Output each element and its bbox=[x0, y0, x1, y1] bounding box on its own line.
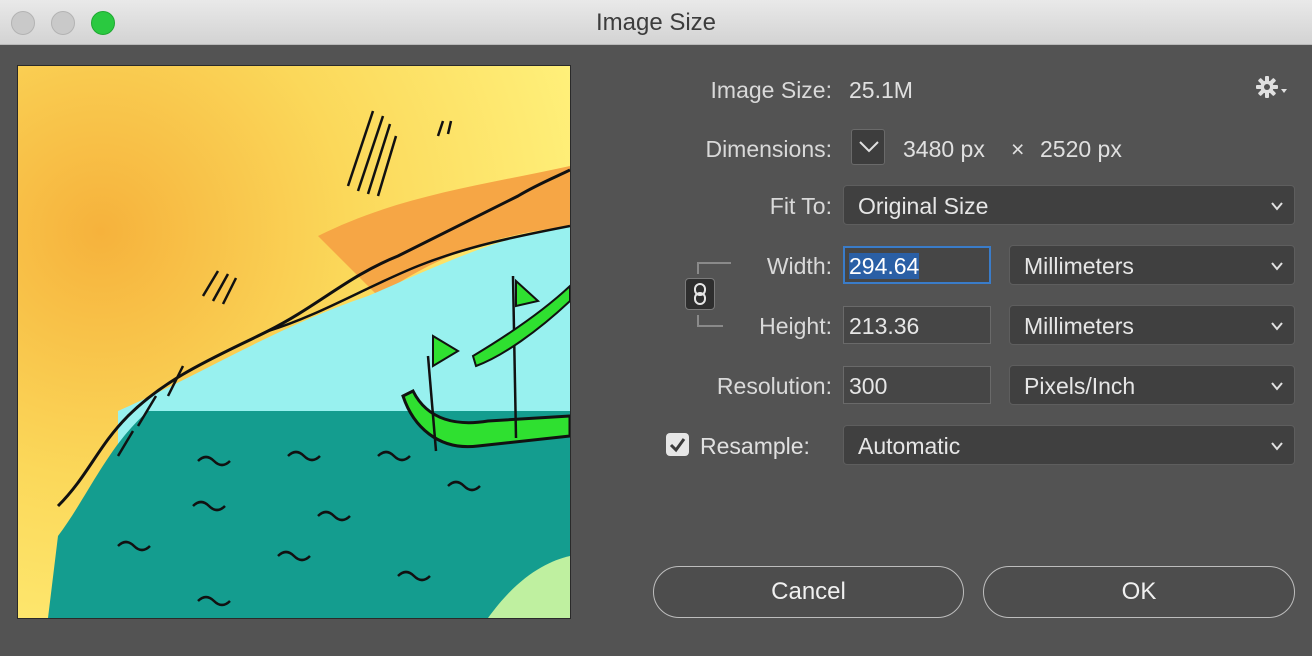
resolution-unit-value: Pixels/Inch bbox=[1024, 373, 1136, 399]
chevron-down-icon bbox=[1271, 262, 1283, 271]
checkmark-icon bbox=[669, 438, 686, 453]
resolution-input[interactable]: 300 bbox=[843, 366, 991, 404]
constrain-proportions-button[interactable] bbox=[685, 278, 715, 310]
resample-label: Resample: bbox=[700, 433, 810, 459]
fit-to-select[interactable]: Original Size bbox=[843, 185, 1295, 225]
title-bar: Image Size bbox=[0, 0, 1312, 45]
width-value: 294.64 bbox=[849, 253, 920, 279]
resolution-unit-select[interactable]: Pixels/Inch bbox=[1009, 365, 1295, 405]
dimensions-toggle-button[interactable] bbox=[851, 129, 885, 165]
resample-checkbox[interactable] bbox=[666, 433, 689, 456]
dimensions-label: Dimensions: bbox=[705, 136, 832, 162]
dimensions-width: 3480 px bbox=[903, 136, 985, 162]
resample-value: Automatic bbox=[858, 433, 961, 459]
fit-to-label: Fit To: bbox=[769, 193, 832, 219]
window-title: Image Size bbox=[595, 9, 717, 36]
gear-icon[interactable] bbox=[1255, 75, 1289, 101]
chevron-down-icon bbox=[1271, 442, 1283, 451]
image-preview[interactable] bbox=[17, 65, 571, 619]
chevron-down-icon bbox=[1271, 202, 1283, 211]
preview-artwork bbox=[18, 66, 570, 618]
height-unit-value: Millimeters bbox=[1024, 313, 1134, 339]
width-input[interactable]: 294.64 bbox=[843, 246, 991, 284]
image-size-label: Image Size: bbox=[710, 77, 832, 103]
link-bracket-top bbox=[697, 262, 731, 274]
chevron-down-icon bbox=[1271, 382, 1283, 391]
resolution-label: Resolution: bbox=[716, 373, 832, 399]
height-input[interactable]: 213.36 bbox=[843, 306, 991, 344]
width-label: Width: bbox=[766, 253, 832, 279]
fit-to-value: Original Size bbox=[858, 193, 989, 219]
height-label: Height: bbox=[759, 313, 832, 339]
resample-select[interactable]: Automatic bbox=[843, 425, 1295, 465]
height-unit-select[interactable]: Millimeters bbox=[1009, 305, 1295, 345]
cancel-button[interactable]: Cancel bbox=[653, 566, 964, 618]
image-size-value: 25.1M bbox=[849, 77, 913, 103]
dimensions-height: 2520 px bbox=[1040, 136, 1122, 162]
chain-link-icon bbox=[694, 283, 706, 305]
chevron-down-icon bbox=[1271, 322, 1283, 331]
width-unit-value: Millimeters bbox=[1024, 253, 1134, 279]
chevron-down-icon bbox=[859, 141, 879, 153]
ok-button[interactable]: OK bbox=[983, 566, 1295, 618]
resolution-value: 300 bbox=[849, 373, 888, 399]
dimensions-separator: × bbox=[1011, 136, 1025, 162]
height-value: 213.36 bbox=[849, 313, 920, 339]
width-unit-select[interactable]: Millimeters bbox=[1009, 245, 1295, 285]
